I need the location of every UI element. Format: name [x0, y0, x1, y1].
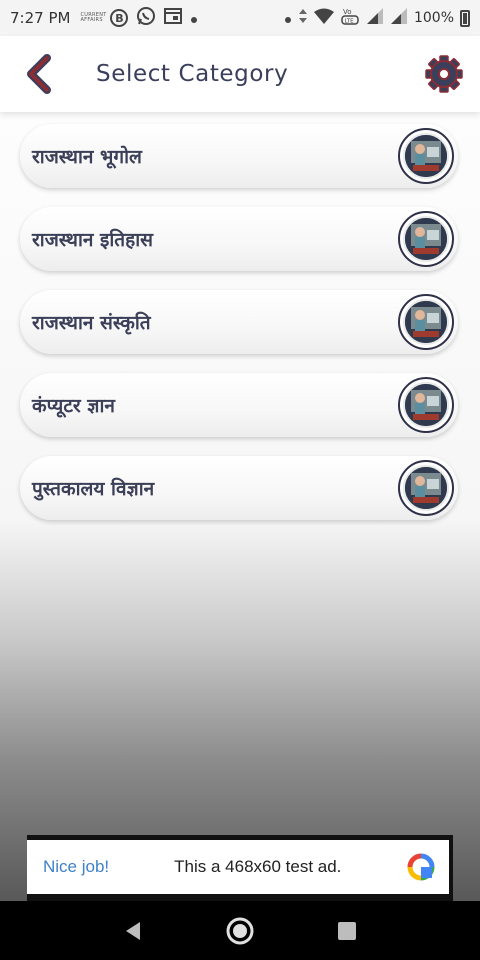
system-nav-bar [0, 901, 480, 960]
signal-icon [366, 7, 384, 29]
calendar-icon [164, 7, 183, 29]
ad-banner[interactable]: Nice job! This a 468x60 test ad. [27, 835, 453, 901]
chevron-left-icon [27, 54, 51, 94]
nav-recents-button[interactable] [327, 911, 367, 951]
nav-home-button[interactable] [220, 911, 260, 951]
category-item[interactable]: राजस्थान भूगोल [20, 124, 458, 188]
category-label: कंप्यूटर ज्ञान [32, 395, 115, 417]
data-arrows-icon [298, 8, 308, 28]
category-avatar [398, 377, 454, 433]
recents-square-icon [337, 921, 356, 940]
teacher-image-icon [403, 382, 449, 428]
gear-icon [425, 55, 463, 93]
category-avatar [398, 211, 454, 267]
system-icons: Vo LTE 100% [284, 6, 470, 30]
back-triangle-icon [126, 921, 141, 940]
category-label: राजस्थान संस्कृति [32, 312, 151, 334]
teacher-image-icon [403, 299, 449, 345]
battery-percent: 100% [413, 10, 454, 26]
volte-icon: Vo LTE [340, 6, 360, 30]
category-item[interactable]: राजस्थान इतिहास [20, 207, 458, 271]
category-list: राजस्थान भूगोल राजस्थान इतिहास राजस्थान … [20, 124, 460, 539]
category-item[interactable]: पुस्तकालय विज्ञान [20, 456, 458, 520]
category-label: राजस्थान भूगोल [32, 146, 142, 168]
status-time: 7:27 PM [10, 9, 71, 27]
ad-logo-icon [407, 853, 435, 881]
b-circle-icon: B [110, 9, 129, 27]
category-item[interactable]: कंप्यूटर ज्ञान [20, 373, 458, 437]
category-avatar [398, 128, 454, 184]
dot-icon [190, 9, 198, 28]
home-circle-icon [226, 917, 254, 944]
category-avatar [398, 460, 454, 516]
teacher-image-icon [403, 216, 449, 262]
battery-icon [460, 9, 470, 27]
category-label: पुस्तकालय विज्ञान [32, 478, 155, 500]
nav-back-button[interactable] [113, 911, 153, 951]
current-affairs-icon: CURRENT AFFAIRS [80, 12, 107, 23]
ad-main-text: This a 468x60 test ad. [174, 857, 342, 876]
svg-text:Vo: Vo [343, 8, 352, 16]
app-bar: Select Category [0, 36, 480, 112]
back-button[interactable] [16, 51, 62, 97]
category-avatar [398, 294, 454, 350]
status-bar: 7:27 PM CURRENT AFFAIRS B Vo LTE 100% [0, 0, 480, 36]
dot-icon [284, 9, 292, 28]
settings-button[interactable] [422, 52, 466, 96]
ad-content[interactable]: Nice job! This a 468x60 test ad. [27, 840, 449, 894]
signal-icon [390, 7, 408, 29]
svg-text:LTE: LTE [344, 19, 354, 25]
wifi-icon [313, 8, 334, 28]
notification-icons: CURRENT AFFAIRS B [80, 6, 198, 30]
category-label: राजस्थान इतिहास [32, 229, 153, 251]
whatsapp-icon [136, 6, 156, 30]
teacher-image-icon [403, 465, 449, 511]
ad-nice-text: Nice job! [43, 857, 110, 876]
category-item[interactable]: राजस्थान संस्कृति [20, 290, 458, 354]
teacher-image-icon [403, 133, 449, 179]
page-title: Select Category [96, 61, 289, 87]
